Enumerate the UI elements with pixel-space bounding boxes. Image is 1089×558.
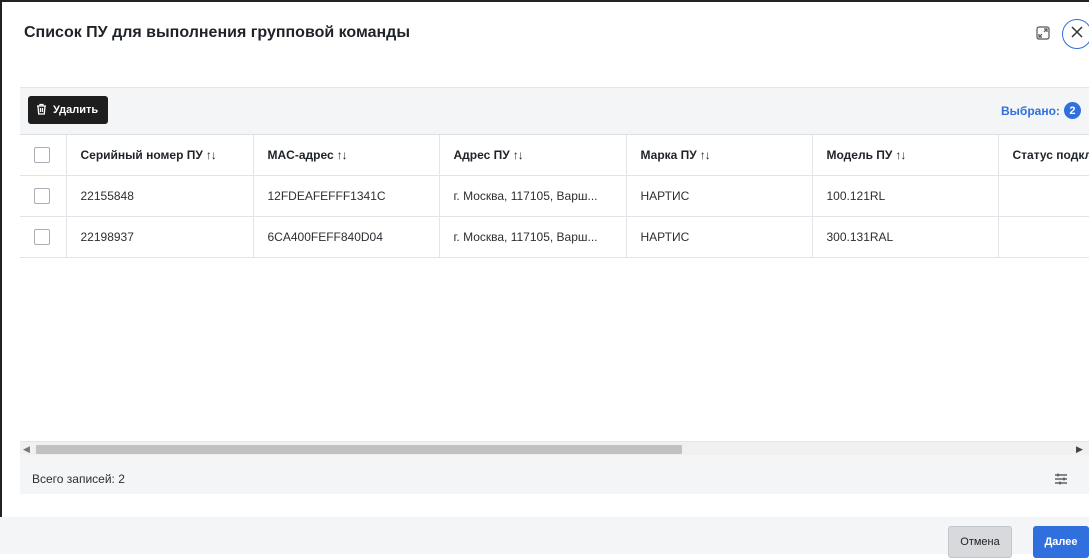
select-all-checkbox[interactable] [34, 146, 50, 163]
cancel-button[interactable]: Отмена [948, 526, 1012, 558]
column-header-status[interactable]: Статус подкл [998, 135, 1089, 176]
row-select-cell [20, 175, 67, 217]
selected-count-indicator: Выбрано: 2 [1001, 102, 1081, 119]
cell-address: г. Москва, 117105, Варш... [439, 175, 627, 217]
data-grid: Серийный номер ПУ ↑↓ MAC-адрес ↑↓ Адрес ПУ… [20, 134, 1089, 442]
column-header-model[interactable]: Модель ПУ ↑↓ [812, 135, 999, 176]
total-records: Всего записей: 2 [32, 472, 125, 486]
table-panel: Удалить Выбрано: 2 Серийный номер ПУ ↑↓ M… [20, 87, 1089, 494]
cell-serial: 22198937 [66, 216, 254, 258]
cell-mac: 6CA400FEFF840D04 [253, 216, 440, 258]
sort-icon[interactable]: ↑↓ [700, 148, 711, 162]
cell-mac: 12FDEAFEFFF1341C [253, 175, 440, 217]
sort-icon[interactable]: ↑↓ [513, 148, 524, 162]
close-icon [1071, 25, 1083, 43]
next-button[interactable]: Далее [1033, 526, 1089, 558]
table-row[interactable]: 22155848 12FDEAFEFFF1341C г. Москва, 117… [20, 175, 1089, 217]
table-header-row: Серийный номер ПУ ↑↓ MAC-адрес ↑↓ Адрес ПУ… [20, 135, 1089, 176]
sort-icon[interactable]: ↑↓ [206, 148, 217, 162]
dialog-title: Список ПУ для выполнения групповой коман… [24, 24, 410, 41]
scroll-left-icon[interactable]: ◀ [23, 444, 30, 455]
cell-address: г. Москва, 117105, Варш... [439, 216, 627, 258]
row-select-cell [20, 216, 67, 258]
column-header-brand[interactable]: Марка ПУ ↑↓ [626, 135, 813, 176]
column-header-address[interactable]: Адрес ПУ ↑↓ [439, 135, 627, 176]
horizontal-scrollbar[interactable]: ◀ ▶ [20, 441, 1089, 455]
expand-icon[interactable] [1034, 24, 1052, 42]
select-all-cell [20, 135, 67, 176]
cell-model: 300.131RAL [812, 216, 999, 258]
column-header-serial[interactable]: Серийный номер ПУ ↑↓ [66, 135, 254, 176]
column-settings-icon[interactable] [1054, 472, 1068, 486]
delete-button-label: Удалить [53, 104, 99, 116]
selected-count-badge: 2 [1063, 102, 1081, 119]
table-row[interactable]: 22198937 6CA400FEFF840D04 г. Москва, 117… [20, 216, 1089, 258]
cell-brand: НАРТИС [626, 175, 813, 217]
cell-status [998, 175, 1089, 217]
sort-icon[interactable]: ↑↓ [337, 148, 348, 162]
cell-status [998, 216, 1089, 258]
cell-serial: 22155848 [66, 175, 254, 217]
devices-table: Серийный номер ПУ ↑↓ MAC-адрес ↑↓ Адрес ПУ… [20, 135, 1089, 258]
dialog-footer [0, 517, 1089, 554]
row-checkbox[interactable] [34, 187, 50, 204]
delete-button[interactable]: Удалить [28, 96, 109, 124]
selected-label: Выбрано: [1001, 103, 1060, 118]
scroll-right-icon[interactable]: ▶ [1076, 444, 1083, 455]
row-checkbox[interactable] [34, 228, 50, 245]
scrollbar-thumb[interactable] [36, 445, 682, 454]
cell-brand: НАРТИС [626, 216, 813, 258]
close-button[interactable] [1062, 19, 1089, 49]
column-header-mac[interactable]: MAC-адрес ↑↓ [253, 135, 440, 176]
sort-icon[interactable]: ↑↓ [895, 148, 906, 162]
trash-icon [36, 103, 53, 118]
cell-model: 100.121RL [812, 175, 999, 217]
